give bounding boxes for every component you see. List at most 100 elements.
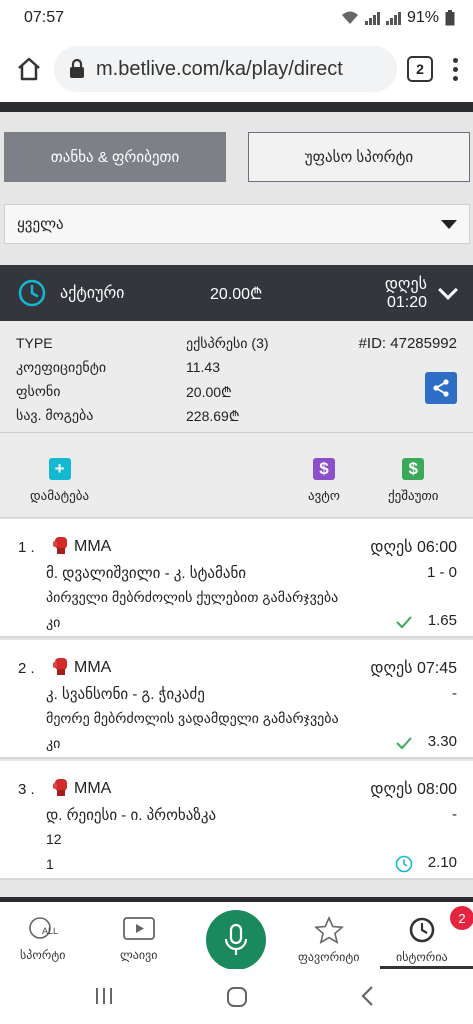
win-row: სავ. მოგება 228.69₾ — [16, 407, 456, 426]
cashout-label: ქეშაუთი — [388, 488, 439, 503]
selection-number: 2 . — [18, 660, 35, 677]
nav-history[interactable]: ისტორია — [396, 916, 448, 964]
back-icon[interactable] — [360, 985, 376, 1007]
nav-history-label: ისტორია — [396, 950, 448, 964]
free-sport-tab[interactable]: უფასო სპორტი — [248, 132, 470, 182]
home-icon — [18, 57, 40, 81]
check-icon — [396, 737, 412, 750]
wifi-icon — [341, 11, 358, 24]
bet-id: #ID: 47285992 — [358, 335, 457, 352]
selection-sport: MMA — [74, 538, 112, 555]
bet-actions: + დამატება $ ავტო $ ქეშაუთი — [0, 434, 473, 518]
share-button[interactable] — [425, 372, 457, 404]
win-label: სავ. მოგება — [16, 407, 94, 423]
coef-row: კოეფიციენტი 11.43 — [16, 359, 456, 376]
system-navigation — [0, 969, 473, 1024]
bet-info: TYPE ექსპრესი (3) #ID: 47285992 კოეფიციე… — [0, 321, 473, 433]
selection-number: 3 . — [18, 781, 35, 798]
battery-text: 91% — [406, 9, 439, 26]
selection-score: 1 - 0 — [426, 564, 457, 581]
nav-sports-label: სპორტი — [20, 948, 66, 962]
header-strip — [0, 102, 473, 112]
play-icon — [122, 917, 155, 940]
type-label: TYPE — [16, 335, 53, 351]
selection-market: 12 — [46, 831, 62, 847]
coef-label: კოეფიციენტი — [16, 359, 107, 375]
check-icon — [396, 616, 412, 629]
boxing-glove-icon — [53, 537, 67, 554]
selection-market: მეორე მებრძოლის ვადამდელი გამარჯვება — [46, 710, 339, 726]
selection-score: - — [452, 685, 457, 702]
ball-icon: ALL — [28, 917, 58, 939]
boxing-glove-icon — [53, 658, 67, 675]
auto-button[interactable]: $ ავტო — [308, 458, 340, 504]
selection-item[interactable]: 2 . MMA დღეს 07:45 კ. სვანსონი - გ. ჭიკა… — [0, 640, 473, 759]
chevron-down-icon[interactable] — [438, 280, 458, 300]
selection-pick: 1 — [46, 856, 54, 872]
battery-icon — [445, 10, 455, 26]
browser-menu-button[interactable] — [451, 57, 459, 81]
selection-score: - — [452, 806, 457, 823]
bet-date: დღეს 01:20 — [384, 276, 427, 311]
bet-header[interactable]: აქტიური 20.00₾ დღეს 01:20 — [0, 265, 473, 321]
dollar-icon: $ — [313, 458, 335, 480]
tab-switcher-button[interactable]: 2 — [407, 56, 433, 82]
selection-pick: კი — [46, 735, 61, 751]
address-bar[interactable]: m.betlive.com/ka/play/direct — [54, 46, 397, 92]
filter-select[interactable]: ყველა — [4, 204, 470, 244]
microphone-icon — [224, 923, 248, 955]
home-circle-icon[interactable] — [226, 986, 248, 1008]
lock-icon — [70, 58, 84, 78]
stake-value: 20.00₾ — [186, 384, 232, 400]
stake-row: ფსონი 20.00₾ — [16, 383, 456, 402]
selection-teams: დ. რეიესი - ი. პროხაზკა — [46, 807, 217, 824]
history-icon — [409, 917, 435, 943]
add-label: დამატება — [30, 488, 90, 503]
voice-search-button[interactable] — [206, 910, 266, 970]
selection-pick: კი — [46, 614, 61, 630]
clock-icon — [18, 279, 46, 307]
selection-odd: 1.65 — [427, 612, 457, 629]
boxing-glove-icon — [53, 779, 67, 796]
selection-item[interactable]: 3 . MMA დღეს 08:00 დ. რეიესი - ი. პროხაზ… — [0, 761, 473, 880]
add-button[interactable]: + დამატება — [30, 458, 89, 504]
filter-value: ყველა — [17, 216, 64, 233]
mode-toggle: თანხა & ფრიბეთი უფასო სპორტი — [4, 132, 470, 182]
win-value: 228.69₾ — [186, 408, 240, 424]
signal-icon-2 — [385, 11, 401, 25]
selection-time: დღეს 06:00 — [370, 539, 457, 556]
share-icon — [433, 379, 449, 397]
money-freebet-tab[interactable]: თანხა & ფრიბეთი — [4, 132, 226, 182]
status-bar: 07:57 91% — [0, 0, 473, 36]
nav-live[interactable]: ლაივი — [120, 916, 157, 962]
selection-sport: MMA — [74, 780, 112, 797]
selection-item[interactable]: 1 . MMA დღეს 06:00 მ. დვალიშვილი - კ. სტ… — [0, 519, 473, 638]
chevron-down-icon — [441, 219, 457, 229]
star-icon — [313, 916, 344, 944]
dollar-icon: $ — [402, 458, 425, 480]
svg-text:ALL: ALL — [42, 926, 58, 936]
selection-time: დღეს 08:00 — [370, 781, 457, 798]
selection-teams: მ. დვალიშვილი - კ. სტამანი — [46, 565, 247, 582]
coef-value: 11.43 — [186, 359, 220, 375]
nav-sports[interactable]: ALL სპორტი — [20, 916, 65, 962]
auto-label: ავტო — [308, 488, 340, 503]
browser-toolbar: m.betlive.com/ka/play/direct 2 — [0, 36, 473, 102]
bet-status: აქტიური — [60, 285, 125, 302]
plus-icon: + — [48, 458, 71, 480]
cashout-button[interactable]: $ ქეშაუთი — [388, 458, 439, 504]
selection-time: დღეს 07:45 — [370, 660, 457, 677]
clock-icon — [395, 855, 413, 873]
selection-market: პირველი მებრძოლის ქულებით გამარჯვება — [46, 589, 339, 605]
home-button[interactable] — [14, 54, 44, 84]
url-text: m.betlive.com/ka/play/direct — [96, 57, 343, 80]
nav-favorites[interactable]: ფავორიტი — [298, 916, 359, 964]
selection-number: 1 . — [18, 539, 35, 556]
recent-apps-icon[interactable] — [94, 987, 114, 1005]
bottom-navigation: ALL სპორტი ლაივი ფავორიტი ისტორია 2 — [0, 897, 473, 970]
signal-icon — [364, 11, 380, 25]
selection-teams: კ. სვანსონი - გ. ჭიკაძე — [46, 686, 205, 703]
selection-sport: MMA — [74, 659, 112, 676]
selection-odd: 3.30 — [427, 733, 457, 750]
bet-history-page: თანხა & ფრიბეთი უფასო სპორტი ყველა აქტიუ… — [0, 112, 473, 897]
